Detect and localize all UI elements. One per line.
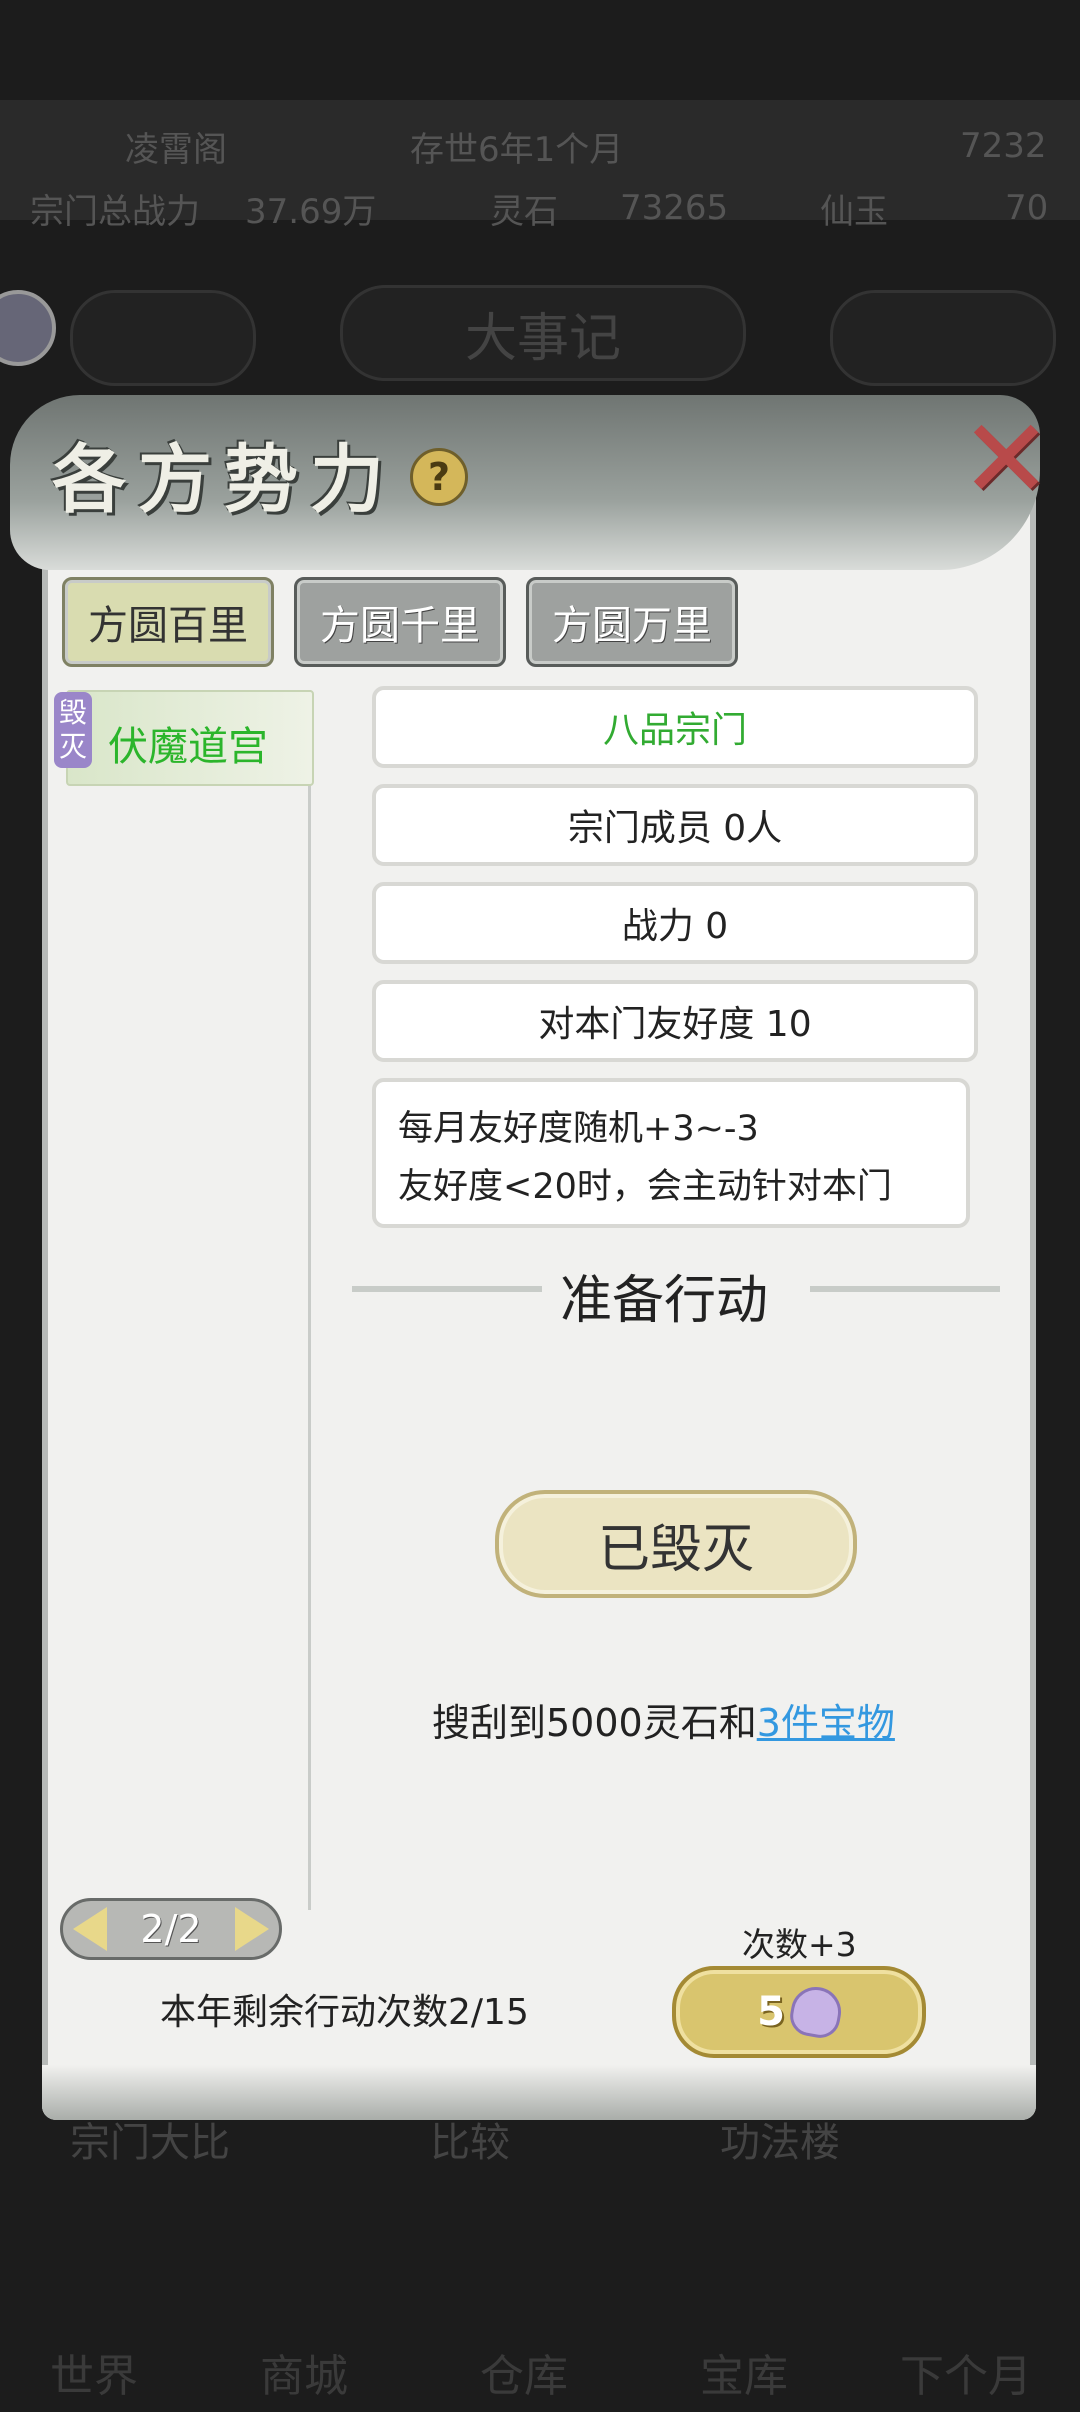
background-power-value: 37.69万 bbox=[245, 191, 377, 232]
power-box: 战力 0 bbox=[372, 882, 978, 964]
times-bonus-label: 次数+3 bbox=[742, 1925, 857, 1964]
rank-box: 八品宗门 bbox=[372, 686, 978, 768]
section-title: 准备行动 bbox=[560, 1271, 769, 1331]
faction-name: 伏魔道宫 bbox=[108, 724, 268, 770]
background-nav-item: 世界 bbox=[50, 2351, 138, 2402]
background-stone-value: 73265 bbox=[620, 188, 729, 228]
background-jade-label: 仙玉 bbox=[820, 191, 888, 232]
background-stats-row: 宗门总战力 37.69万 灵石 73265 仙玉 70 bbox=[0, 180, 1080, 236]
tab-10000-li[interactable]: 方圆万里 bbox=[526, 577, 738, 667]
destroyed-tag-line2: 灭 bbox=[58, 730, 87, 763]
background-right-pill bbox=[830, 290, 1056, 386]
buy-times-button[interactable]: 5 bbox=[672, 1966, 926, 2058]
background-events-pill: 大事记 bbox=[340, 285, 746, 381]
background-counter: 7232 bbox=[960, 126, 1047, 166]
background-stone-label: 灵石 bbox=[490, 191, 558, 232]
background-left-pill bbox=[70, 290, 256, 386]
background-power-label: 宗门总战力 bbox=[30, 191, 200, 232]
faction-list: 毁 灭 伏魔道宫 bbox=[54, 690, 314, 1910]
description-line-1: 每月友好度随机+3~-3 bbox=[398, 1109, 759, 1149]
loot-message: 搜刮到5000灵石和3件宝物 bbox=[432, 1692, 895, 1747]
background-avatar-icon bbox=[0, 290, 56, 366]
background-nav-item: 仓库 bbox=[480, 2351, 568, 2402]
tab-1000-li[interactable]: 方圆千里 bbox=[294, 577, 506, 667]
destroyed-tag-line1: 毁 bbox=[58, 696, 87, 729]
members-box: 宗门成员 0人 bbox=[372, 784, 978, 866]
help-icon[interactable]: ? bbox=[410, 448, 468, 506]
background-top-row: 凌霄阁 存世6年1个月 7232 bbox=[0, 118, 1080, 174]
cost-amount: 5 bbox=[757, 1989, 785, 2035]
range-tabs: 方圆百里 方圆千里 方圆万里 bbox=[62, 577, 738, 667]
remaining-actions: 本年剩余行动次数2/15 bbox=[160, 1992, 529, 2033]
background-nav: 世界 商城 仓库 宝库 下个月 bbox=[0, 2270, 1080, 2410]
background-nav-item: 下个月 bbox=[900, 2351, 1032, 2402]
panel-title: 各方势力 bbox=[52, 437, 396, 523]
destroyed-status-button[interactable]: 已毁灭 bbox=[495, 1490, 857, 1598]
destroyed-tag: 毁 灭 bbox=[54, 692, 92, 768]
faction-item-fumo-daogong[interactable]: 毁 灭 伏魔道宫 bbox=[54, 690, 314, 786]
background-age: 存世6年1个月 bbox=[410, 129, 624, 170]
treasure-link[interactable]: 3件宝物 bbox=[757, 1701, 895, 1745]
panel-footer-decoration bbox=[42, 2065, 1036, 2120]
background-sect-name: 凌霄阁 bbox=[125, 129, 227, 170]
background-jade-value: 70 bbox=[1005, 188, 1049, 228]
page-indicator: 2/2 bbox=[140, 1907, 202, 1951]
background-nav-item: 宝库 bbox=[700, 2351, 788, 2402]
pager: 2/2 bbox=[60, 1898, 282, 1960]
previous-page-icon[interactable] bbox=[73, 1907, 107, 1951]
close-icon[interactable]: ✕ bbox=[960, 404, 1052, 514]
description-line-2: 友好度<20时，会主动针对本门 bbox=[398, 1167, 892, 1207]
crystal-icon bbox=[786, 1983, 845, 2041]
next-page-icon[interactable] bbox=[235, 1907, 269, 1951]
background-nav-item: 商城 bbox=[260, 2351, 348, 2402]
friendship-description: 每月友好度随机+3~-3 友好度<20时，会主动针对本门 bbox=[372, 1078, 970, 1228]
friendship-box: 对本门友好度 10 bbox=[372, 980, 978, 1062]
section-divider-right bbox=[810, 1286, 1000, 1292]
tab-100-li[interactable]: 方圆百里 bbox=[62, 577, 274, 667]
section-divider-left bbox=[352, 1286, 542, 1292]
loot-text: 搜刮到5000灵石和 bbox=[432, 1701, 757, 1745]
